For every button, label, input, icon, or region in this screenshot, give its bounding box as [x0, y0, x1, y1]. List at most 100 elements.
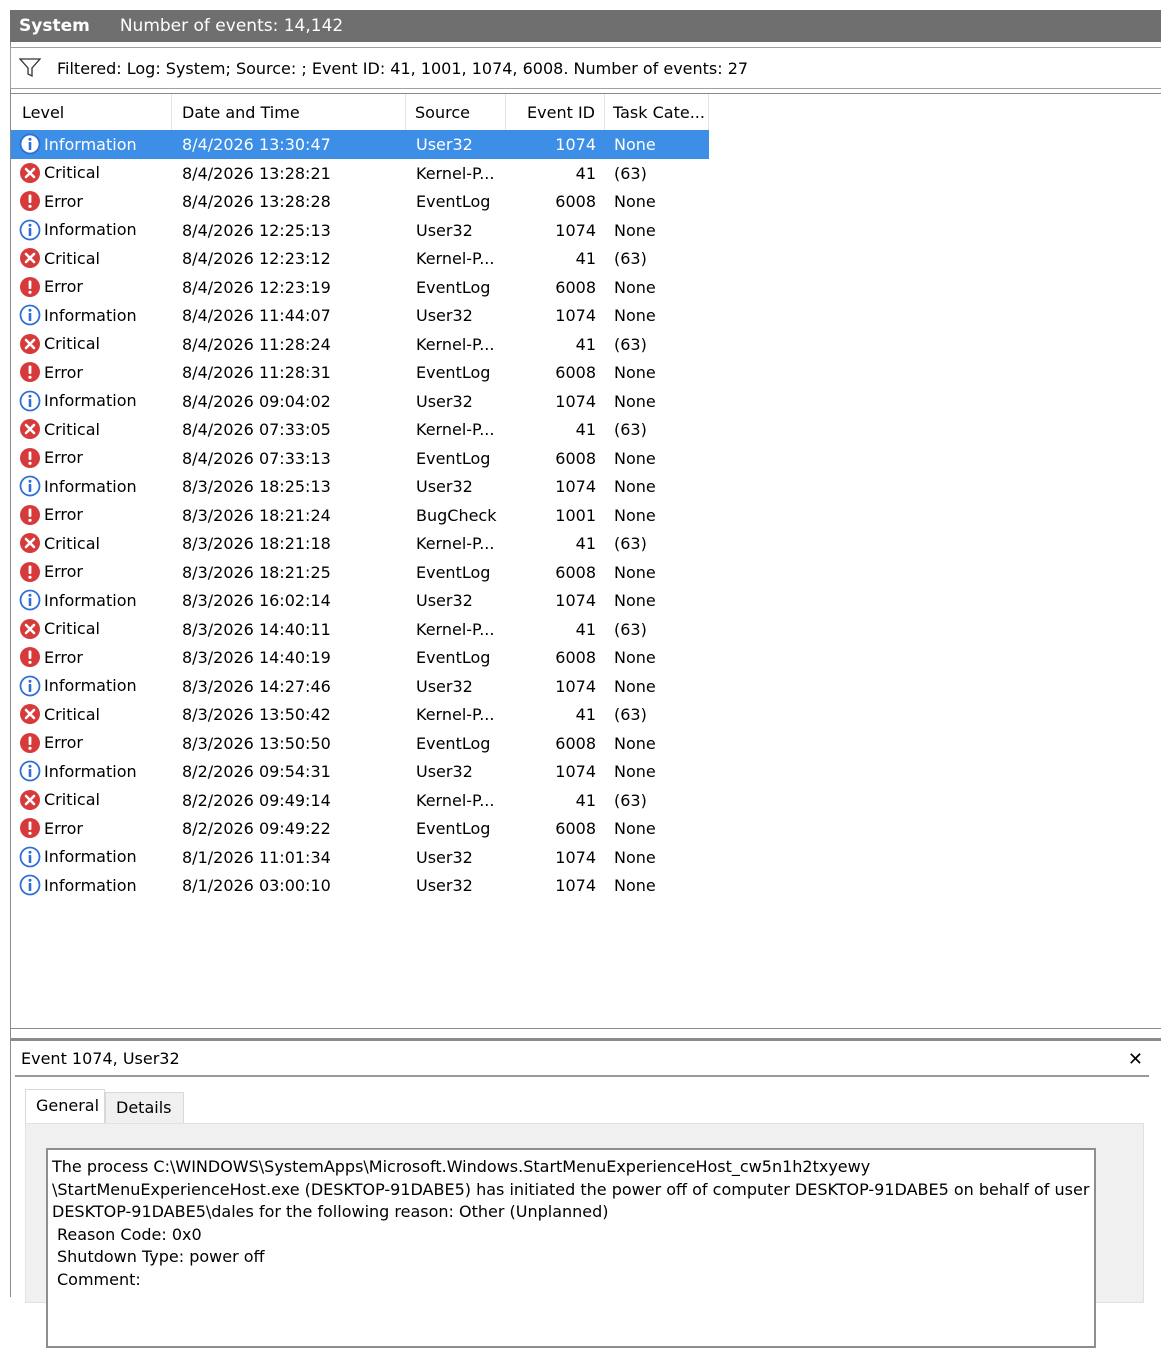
- event-row[interactable]: Error 8/4/2026 13:28:28 EventLog 6008 None: [11, 187, 709, 216]
- level-text: Critical: [44, 419, 100, 439]
- date-cell: 8/3/2026 13:50:42: [182, 705, 331, 724]
- error-icon: [20, 447, 40, 468]
- date-cell: 8/4/2026 13:30:47: [182, 135, 331, 154]
- event-row[interactable]: Information 8/3/2026 16:02:14 User32 1074 No…: [11, 586, 709, 615]
- filter-bar: Filtered: Log: System; Source: ; Event I…: [10, 47, 1161, 89]
- critical-icon: [20, 248, 40, 269]
- level-text: Critical: [44, 334, 100, 354]
- task-category-cell: None: [614, 591, 656, 610]
- event-id-cell: 1074: [555, 220, 596, 240]
- event-id-cell: 41: [575, 420, 596, 439]
- source-cell: User32: [416, 847, 473, 867]
- close-icon[interactable]: ✕: [1128, 1049, 1143, 1070]
- date-cell: 8/3/2026 16:02:14: [182, 591, 331, 610]
- event-id-cell: 6008: [555, 448, 596, 468]
- detail-title-divider: [15, 1075, 1149, 1077]
- information-icon: [19, 133, 41, 155]
- event-row[interactable]: Information 8/4/2026 13:30:47 User32 1074 No…: [11, 130, 709, 159]
- funnel-icon: [19, 58, 41, 78]
- event-id-cell: 1074: [555, 391, 596, 411]
- error-icon: [20, 276, 40, 297]
- event-row[interactable]: Information 8/4/2026 09:04:02 User32 1074 No…: [11, 387, 709, 416]
- event-row[interactable]: Critical 8/4/2026 12:23:12 Kernel-P... 41 (6…: [11, 244, 709, 273]
- detail-title: Event 1074, User32: [21, 1049, 180, 1068]
- tab-general[interactable]: General: [25, 1089, 105, 1123]
- level-text: Error: [44, 818, 83, 838]
- event-row[interactable]: Error 8/3/2026 13:50:50 EventLog 6008 None: [11, 729, 709, 758]
- event-row[interactable]: Information 8/4/2026 11:44:07 User32 1074 No…: [11, 301, 709, 330]
- event-id-cell: 41: [575, 790, 596, 810]
- event-id-cell: 1074: [555, 876, 596, 895]
- level-text: Critical: [44, 704, 100, 724]
- level-text: Critical: [44, 163, 100, 183]
- level-cell: Information: [19, 871, 172, 900]
- event-id-cell: 1074: [555, 762, 596, 781]
- source-cell: EventLog: [416, 363, 491, 382]
- source-cell: User32: [416, 876, 473, 895]
- event-row[interactable]: Error 8/4/2026 07:33:13 EventLog 6008 None: [11, 444, 709, 473]
- event-row[interactable]: Error 8/3/2026 14:40:19 EventLog 6008 None: [11, 643, 709, 672]
- event-row[interactable]: Critical 8/4/2026 07:33:05 Kernel-P... 41 (6…: [11, 415, 709, 444]
- task-category-cell: None: [614, 505, 656, 525]
- event-row[interactable]: Information 8/1/2026 11:01:34 User32 1074 No…: [11, 843, 709, 872]
- event-message-box[interactable]: The process C:\WINDOWS\SystemApps\Micros…: [46, 1148, 1096, 1348]
- source-cell: EventLog: [416, 819, 491, 838]
- event-row[interactable]: Error 8/4/2026 12:23:19 EventLog 6008 None: [11, 273, 709, 302]
- event-row[interactable]: Information 8/1/2026 03:00:10 User32 1074 No…: [11, 871, 709, 900]
- source-cell: Kernel-P...: [416, 420, 495, 439]
- level-cell: Information: [19, 586, 172, 615]
- event-detail-panel: Event 1074, User32 ✕ General Details The…: [10, 1038, 1161, 1348]
- level-text: Information: [44, 761, 137, 781]
- event-row[interactable]: Information 8/3/2026 18:25:13 User32 1074 No…: [11, 472, 709, 501]
- information-icon: [19, 760, 41, 782]
- task-category-cell: None: [614, 847, 656, 867]
- filter-description: Filtered: Log: System; Source: ; Event I…: [57, 58, 749, 78]
- critical-icon: [20, 789, 40, 810]
- column-header-date[interactable]: Date and Time: [172, 94, 406, 130]
- event-row[interactable]: Critical 8/3/2026 18:21:18 Kernel-P... 41 (6…: [11, 529, 709, 558]
- task-category-cell: (63): [614, 420, 647, 439]
- log-header-bar: System Number of events: 14,142: [10, 10, 1161, 42]
- event-row[interactable]: Information 8/4/2026 12:25:13 User32 1074 No…: [11, 216, 709, 245]
- date-cell: 8/4/2026 12:25:13: [182, 220, 331, 240]
- event-row[interactable]: Critical 8/3/2026 13:50:42 Kernel-P... 41 (6…: [11, 700, 709, 729]
- task-category-cell: None: [614, 876, 656, 895]
- event-row[interactable]: Error 8/2/2026 09:49:22 EventLog 6008 None: [11, 814, 709, 843]
- event-row[interactable]: Critical 8/4/2026 11:28:24 Kernel-P... 41 (6…: [11, 330, 709, 359]
- comment-label: Comment:: [57, 1269, 141, 1289]
- message-line: DESKTOP-91DABE5\dales for the following …: [52, 1202, 609, 1221]
- event-row[interactable]: Error 8/4/2026 11:28:31 EventLog 6008 None: [11, 358, 709, 387]
- level-cell: Critical: [19, 529, 172, 558]
- event-row[interactable]: Critical 8/4/2026 13:28:21 Kernel-P... 41 (6…: [11, 159, 709, 188]
- tab-details[interactable]: Details: [105, 1092, 184, 1123]
- column-header-event-id[interactable]: Event ID: [506, 94, 605, 130]
- level-cell: Information: [19, 387, 172, 416]
- task-category-cell: None: [614, 648, 656, 667]
- event-row[interactable]: Information 8/3/2026 14:27:46 User32 1074 No…: [11, 672, 709, 701]
- event-row[interactable]: Critical 8/2/2026 09:49:14 Kernel-P... 41 (6…: [11, 786, 709, 815]
- critical-icon: [20, 704, 40, 725]
- task-category-cell: None: [614, 448, 656, 468]
- date-cell: 8/4/2026 12:23:12: [182, 249, 331, 268]
- source-cell: EventLog: [416, 648, 491, 667]
- level-cell: Information: [19, 757, 172, 786]
- event-id-cell: 6008: [555, 733, 596, 753]
- event-row[interactable]: Critical 8/3/2026 14:40:11 Kernel-P... 41 (6…: [11, 615, 709, 644]
- event-id-cell: 6008: [555, 648, 596, 667]
- event-row[interactable]: Error 8/3/2026 18:21:24 BugCheck 1001 None: [11, 501, 709, 530]
- date-cell: 8/3/2026 18:21:18: [182, 534, 331, 553]
- date-cell: 8/4/2026 07:33:05: [182, 420, 331, 439]
- date-cell: 8/4/2026 13:28:28: [182, 192, 331, 211]
- reason-code: Reason Code: 0x0: [57, 1224, 202, 1244]
- task-category-cell: None: [614, 562, 656, 582]
- event-row[interactable]: Information 8/2/2026 09:54:31 User32 1074 No…: [11, 757, 709, 786]
- column-header-level[interactable]: Level: [11, 94, 172, 130]
- column-header-task-category[interactable]: Task Cate...: [605, 94, 709, 130]
- error-icon: [20, 732, 40, 753]
- information-icon: [19, 874, 41, 896]
- event-row[interactable]: Error 8/3/2026 18:21:25 EventLog 6008 None: [11, 558, 709, 587]
- critical-icon: [20, 333, 40, 354]
- source-cell: EventLog: [416, 192, 491, 211]
- column-header-source[interactable]: Source: [406, 94, 506, 130]
- information-icon: [19, 589, 41, 611]
